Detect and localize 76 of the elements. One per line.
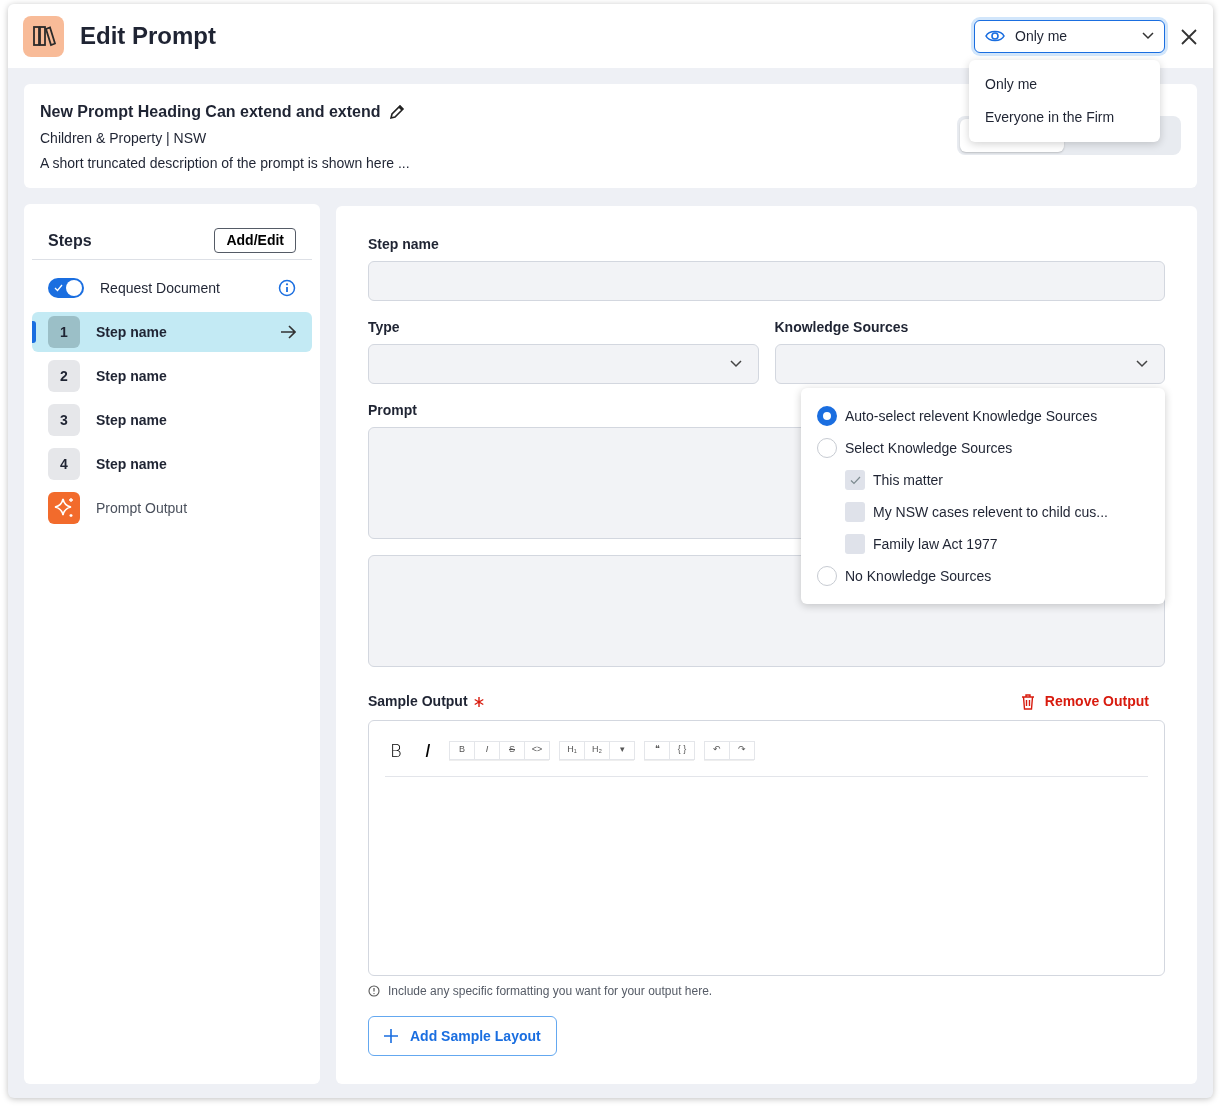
info-icon [278, 279, 296, 297]
step-number: 4 [48, 448, 80, 480]
step-label: Prompt Output [96, 498, 188, 518]
toolbar-button[interactable]: H₁ [559, 740, 585, 760]
toolbar-button[interactable]: B [449, 740, 475, 760]
field-label: Step name [368, 235, 440, 254]
radio-button[interactable] [817, 566, 837, 586]
books-icon [23, 15, 64, 57]
arrow-right-icon [280, 325, 296, 339]
rich-text-editor[interactable]: B I B I S <> H₁ H₂ ▾ ❝ { } ↶ ↷ [368, 720, 1165, 976]
option-label: This matter [873, 470, 943, 490]
step-item[interactable]: 1 Step name [32, 312, 312, 352]
chevron-down-icon [1142, 32, 1154, 40]
remove-output-button[interactable]: Remove Output [1020, 691, 1165, 712]
chevron-down-icon [729, 360, 742, 368]
step-label: Step name [96, 454, 168, 474]
option-label: Select Knowledge Sources [845, 438, 1013, 458]
checkbox[interactable] [845, 534, 865, 554]
toolbar-button[interactable]: ↷ [729, 740, 755, 760]
option-label: No Knowledge Sources [845, 566, 992, 586]
step-number: 2 [48, 360, 80, 392]
chevron-down-icon [1136, 360, 1148, 368]
check-icon [849, 475, 861, 485]
toolbar-button[interactable]: I [474, 740, 500, 760]
dialog-title: Edit Prompt [80, 21, 216, 51]
add-sample-layout-button[interactable]: Add Sample Layout [368, 1016, 557, 1056]
toolbar-button[interactable]: B [385, 737, 407, 764]
prompt-meta: Children & Property | NSW [40, 129, 208, 148]
step-item[interactable]: 3 Step name [32, 400, 312, 440]
add-edit-button[interactable]: Add/Edit [214, 228, 296, 253]
option-label: Auto-select relevent Knowledge Sources [845, 406, 1098, 426]
toolbar-button[interactable]: S [499, 740, 525, 760]
radio-button[interactable] [817, 438, 837, 458]
step-item[interactable]: 2 Step name [32, 356, 312, 396]
hint-text: Include any specific formatting you want for your output here. [388, 983, 713, 1000]
step-name-field[interactable] [368, 261, 1165, 301]
option-label: My NSW cases relevent to child cus... [873, 502, 1108, 522]
toolbar-button[interactable]: H₂ [584, 740, 610, 760]
steps-title: Steps [48, 230, 92, 251]
step-label: Step name [96, 322, 168, 342]
knowledge-sources-select[interactable] [774, 344, 1165, 384]
step-label: Step name [96, 410, 168, 430]
step-label: Request Document [100, 278, 221, 298]
type-select[interactable] [368, 344, 759, 384]
toolbar-button[interactable]: <> [524, 740, 550, 760]
step-number: 3 [48, 404, 80, 436]
prompt-description: A short truncated description of the prompt is shown here ... [40, 154, 411, 173]
eye-icon [985, 29, 1005, 43]
check-icon [54, 284, 63, 292]
checkbox[interactable] [845, 502, 865, 522]
field-label: Sample Output [368, 692, 468, 711]
toolbar-button[interactable]: ▾ [609, 740, 635, 760]
prompt-heading: New Prompt Heading Can extend and extend [40, 102, 381, 122]
pencil-icon [388, 104, 405, 120]
menu-item[interactable]: Everyone in the Firm [969, 101, 1160, 134]
visibility-dropdown[interactable]: Only me [974, 19, 1165, 53]
toolbar-button[interactable]: ↶ [704, 740, 730, 760]
plus-icon [384, 1029, 398, 1043]
option-label: Family law Act 1977 [873, 534, 998, 554]
field-label: Type [368, 318, 401, 337]
toolbar-button[interactable]: I [417, 737, 439, 764]
radio-button[interactable] [817, 406, 837, 426]
step-label: Step name [96, 366, 168, 386]
visibility-value: Only me [1015, 26, 1069, 46]
checkbox[interactable] [845, 470, 865, 490]
sparkle-icon [48, 492, 80, 524]
toolbar-button[interactable]: { } [669, 740, 695, 760]
toggle-switch[interactable] [48, 278, 84, 298]
step-number: 1 [48, 316, 80, 348]
field-label: Prompt [368, 401, 417, 420]
info-icon [368, 985, 380, 997]
field-label: Knowledge Sources [774, 318, 910, 337]
menu-item[interactable]: Only me [969, 68, 1160, 101]
step-item[interactable]: 4 Step name [32, 444, 312, 484]
trash-icon [1020, 693, 1035, 710]
toolbar-button[interactable]: ❝ [644, 740, 670, 760]
